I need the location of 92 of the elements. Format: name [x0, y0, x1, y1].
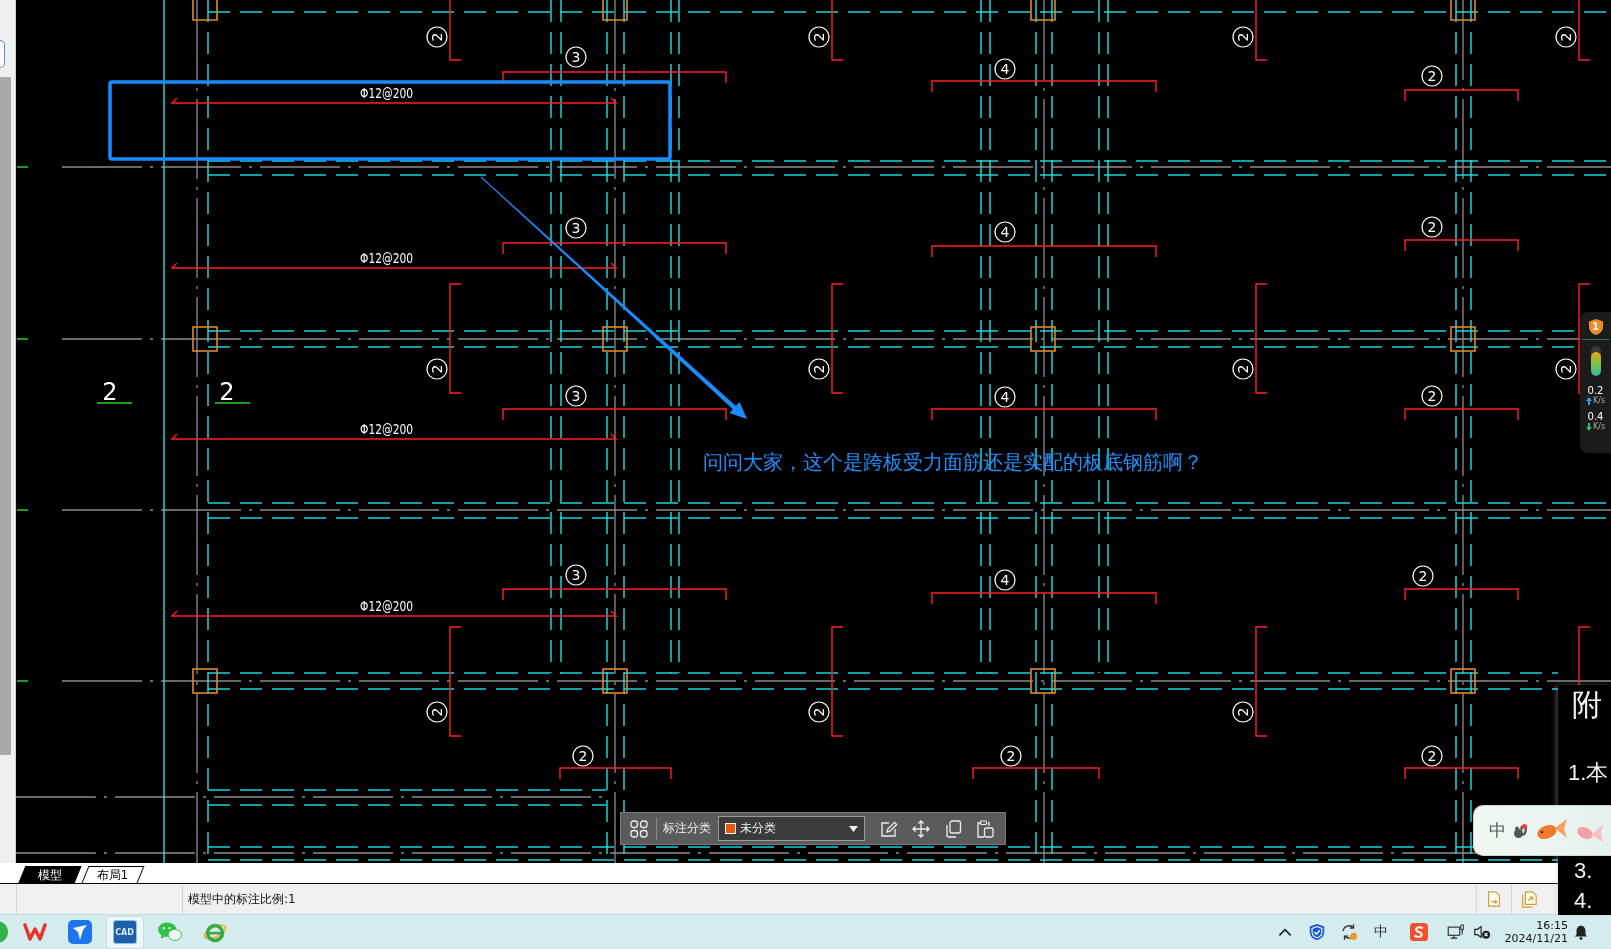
bar-mark-label: 2: [426, 26, 448, 48]
ime-mode-label[interactable]: 中: [1489, 819, 1506, 842]
column-marker: [192, 668, 218, 694]
bar-mark-label: 2: [426, 358, 448, 380]
rebar-bracket: [831, 0, 844, 61]
download-arrow-icon: [1585, 423, 1592, 431]
bar-mark-label: 2: [1421, 216, 1443, 238]
category-swatch-icon: [725, 823, 736, 834]
speaker-muted-icon[interactable]: [1473, 923, 1491, 941]
bar-mark-label: 2: [1000, 745, 1022, 767]
bar-mark-label: 2: [808, 701, 830, 723]
rebar-bracket: [1578, 0, 1591, 61]
edit-icon[interactable]: [880, 819, 898, 838]
rebar-bracket: [1255, 0, 1268, 61]
rebar-spec-label: Φ12@200: [360, 421, 430, 437]
upload-speed: 0.2: [1587, 385, 1604, 396]
monitor-icon[interactable]: [1447, 923, 1465, 941]
column-marker: [602, 668, 628, 694]
move-icon[interactable]: [912, 819, 930, 838]
bar-mark-label: 3: [565, 564, 587, 586]
column-marker: [192, 0, 218, 21]
layout-tab[interactable]: 布局1: [81, 866, 145, 883]
bar-mark-label: 2: [1421, 745, 1443, 767]
scrollbar-thumb[interactable]: [0, 77, 11, 755]
grid-icon[interactable]: [630, 819, 648, 838]
bar-mark-label: 4: [994, 58, 1016, 80]
column-marker: [602, 0, 628, 21]
bar-mark-label: 4: [994, 569, 1016, 591]
bar-mark-label: 3: [565, 385, 587, 407]
bar-mark-label: 2: [1232, 26, 1254, 48]
paste-icon[interactable]: [976, 819, 994, 838]
rebar-spec-label: Φ12@200: [360, 85, 430, 101]
column-marker: [1450, 668, 1476, 694]
bar-mark-label: 2: [1421, 385, 1443, 407]
taskbar-app-button[interactable]: CAD: [105, 915, 144, 949]
span-number-label: 2: [97, 378, 132, 406]
bar-mark-label: 2: [808, 26, 830, 48]
span-number-label: 2: [215, 378, 250, 406]
app-logo-tile: CAD: [112, 920, 137, 944]
copy-icon[interactable]: [944, 819, 962, 838]
notes-heading: 附: [1571, 687, 1602, 723]
bar-mark-label: 3: [565, 217, 587, 239]
bar-mark-label: 2: [1555, 26, 1577, 48]
bar-mark-label: 2: [1232, 701, 1254, 723]
bar-mark-label: 2: [572, 745, 594, 767]
notes-line: 4.: [1573, 888, 1593, 914]
download-speed: 0.4: [1587, 411, 1604, 422]
rebar-bracket: [1578, 626, 1591, 686]
bar-mark-label: 4: [994, 386, 1016, 408]
column-marker: [1450, 0, 1476, 21]
zigzag-logo-icon: [22, 920, 47, 944]
chat-bubbles-icon: [157, 920, 182, 944]
axis-tick-mark: [17, 166, 28, 168]
axis-tick-mark: [17, 509, 28, 511]
app-tile-icon: [67, 920, 92, 944]
bar-mark-label: 2: [1232, 358, 1254, 380]
input-mode-button[interactable]: 中: [1365, 915, 1397, 949]
layout-tab[interactable]: 模型: [18, 866, 82, 883]
bar-mark-label: 3: [565, 46, 587, 68]
rebar-spec-label: Φ12@200: [360, 250, 430, 266]
shield-check-icon[interactable]: [1308, 923, 1326, 941]
bar-mark-label: 2: [1421, 65, 1443, 87]
swirl-tile-icon[interactable]: [1410, 923, 1428, 941]
caret-icon: [849, 825, 858, 832]
column-marker: [602, 326, 628, 352]
axis-tick-mark: [17, 680, 28, 682]
column-marker: [1030, 668, 1056, 694]
panel-button-edge[interactable]: [0, 40, 5, 68]
clock-date[interactable]: 2024/11/21: [1504, 932, 1568, 945]
column-marker: [192, 326, 218, 352]
sync-icon[interactable]: [1340, 923, 1358, 941]
rebar-spec-label: Φ12@200: [360, 598, 430, 614]
bar-mark-label: 2: [1412, 565, 1434, 587]
download-unit: K/s: [1592, 422, 1606, 432]
notes-line: 1.本: [1568, 760, 1609, 786]
status-text: 模型中的标注比例:1: [187, 890, 296, 908]
notification-bell-icon[interactable]: [1572, 923, 1590, 941]
category-label: 标注分类: [663, 820, 711, 837]
category-dropdown[interactable]: 未分类: [718, 816, 865, 841]
clock-time[interactable]: 16:15: [1536, 919, 1568, 932]
bar-mark-label: 4: [994, 221, 1016, 243]
bar-mark-label: 2: [808, 358, 830, 380]
axis-tick-mark: [17, 338, 28, 340]
column-marker: [1450, 326, 1476, 352]
column-marker: [1030, 0, 1056, 21]
bar-mark-label: 2: [426, 701, 448, 723]
mascot-icon[interactable]: [1512, 822, 1528, 839]
upload-arrow-icon: [1585, 397, 1592, 405]
column-marker: [1030, 326, 1056, 352]
upload-unit: K/s: [1592, 396, 1606, 406]
rebar-bracket: [449, 0, 462, 61]
bar-mark-label: 2: [1555, 358, 1577, 380]
